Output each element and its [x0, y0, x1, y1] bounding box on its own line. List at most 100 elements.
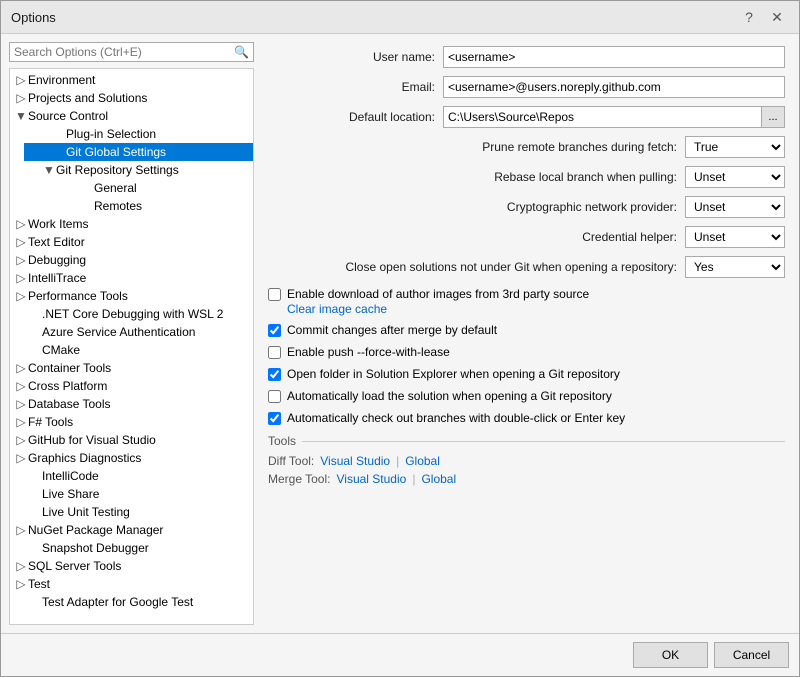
tree-item-test[interactable]: ▷ Test: [10, 575, 253, 593]
right-panel: User name: Email: Default location: ...: [262, 42, 791, 625]
tree-item-projects-solutions[interactable]: ▷ Projects and Solutions: [10, 89, 253, 107]
ok-button[interactable]: OK: [633, 642, 708, 668]
expand-icon: ▷: [14, 361, 28, 375]
crypto-label: Cryptographic network provider:: [268, 200, 685, 214]
cancel-button[interactable]: Cancel: [714, 642, 789, 668]
browse-button[interactable]: ...: [761, 106, 785, 128]
diff-tool-visual-studio-link[interactable]: Visual Studio: [320, 454, 390, 468]
diff-tool-global-link[interactable]: Global: [405, 454, 440, 468]
expand-icon: ▷: [14, 73, 28, 87]
tree-item-git-repository-settings[interactable]: ▼ Git Repository Settings: [24, 161, 253, 179]
tree-item-cmake[interactable]: CMake: [10, 341, 253, 359]
enable-download-row: Enable download of author images from 3r…: [268, 286, 785, 316]
prune-select[interactable]: True False: [685, 136, 785, 158]
expand-icon: ▼: [42, 163, 56, 177]
expand-icon: ▷: [14, 577, 28, 591]
email-input[interactable]: [443, 76, 785, 98]
left-panel: 🔍 ▷ Environment ▷ Projects and Solutions…: [9, 42, 254, 625]
tree-item-nuget[interactable]: ▷ NuGet Package Manager: [10, 521, 253, 539]
tree-item-source-control[interactable]: ▼ Source Control: [10, 107, 253, 125]
expand-icon: ▷: [14, 253, 28, 267]
tools-section: Diff Tool: Visual Studio | Global Merge …: [268, 454, 785, 486]
credential-select[interactable]: Unset True False: [685, 226, 785, 248]
tree-item-general[interactable]: General: [38, 179, 253, 197]
rebase-label: Rebase local branch when pulling:: [268, 170, 685, 184]
tree-item-remotes[interactable]: Remotes: [38, 197, 253, 215]
tree-item-plug-in-selection[interactable]: Plug-in Selection: [24, 125, 253, 143]
default-location-row: Default location: ...: [268, 106, 785, 128]
close-solutions-label: Close open solutions not under Git when …: [268, 260, 685, 274]
tree-item-github-vs[interactable]: ▷ GitHub for Visual Studio: [10, 431, 253, 449]
prune-row: Prune remote branches during fetch: True…: [268, 136, 785, 158]
tree-item-performance-tools[interactable]: ▷ Performance Tools: [10, 287, 253, 305]
auto-checkout-checkbox[interactable]: [268, 412, 281, 425]
credential-label: Credential helper:: [268, 230, 685, 244]
tree-item-environment[interactable]: ▷ Environment: [10, 71, 253, 89]
auto-load-checkbox[interactable]: [268, 390, 281, 403]
search-box[interactable]: 🔍: [9, 42, 254, 62]
close-button[interactable]: ✕: [765, 7, 789, 27]
tree-item-intellitrace[interactable]: ▷ IntelliTrace: [10, 269, 253, 287]
checkboxes-section: Enable download of author images from 3r…: [268, 286, 785, 426]
credential-row: Credential helper: Unset True False: [268, 226, 785, 248]
expand-icon: ▷: [14, 289, 28, 303]
divider-line: [302, 441, 785, 442]
username-input[interactable]: [443, 46, 785, 68]
close-solutions-select[interactable]: Yes No: [685, 256, 785, 278]
merge-tool-visual-studio-link[interactable]: Visual Studio: [336, 472, 406, 486]
auto-checkout-row: Automatically check out branches with do…: [268, 410, 785, 426]
expand-icon: ▷: [14, 523, 28, 537]
tree-item-live-share[interactable]: Live Share: [10, 485, 253, 503]
settings-scroll-area: User name: Email: Default location: ...: [268, 46, 785, 621]
tree-item-live-unit-testing[interactable]: Live Unit Testing: [10, 503, 253, 521]
tree-item-net-core-debugging[interactable]: .NET Core Debugging with WSL 2: [10, 305, 253, 323]
tree-item-azure-service-auth[interactable]: Azure Service Authentication: [10, 323, 253, 341]
tree-item-fsharp-tools[interactable]: ▷ F# Tools: [10, 413, 253, 431]
dialog-body: 🔍 ▷ Environment ▷ Projects and Solutions…: [1, 34, 799, 633]
crypto-select[interactable]: Unset True False: [685, 196, 785, 218]
bottom-bar: OK Cancel: [1, 633, 799, 676]
merge-tool-global-link[interactable]: Global: [421, 472, 456, 486]
rebase-select[interactable]: Unset True False: [685, 166, 785, 188]
tree-item-debugging[interactable]: ▷ Debugging: [10, 251, 253, 269]
tree-item-cross-platform[interactable]: ▷ Cross Platform: [10, 377, 253, 395]
tree-item-sql-server-tools[interactable]: ▷ SQL Server Tools: [10, 557, 253, 575]
tree-item-container-tools[interactable]: ▷ Container Tools: [10, 359, 253, 377]
open-folder-label[interactable]: Open folder in Solution Explorer when op…: [268, 366, 785, 382]
tree-item-graphics-diagnostics[interactable]: ▷ Graphics Diagnostics: [10, 449, 253, 467]
tree-item-work-items[interactable]: ▷ Work Items: [10, 215, 253, 233]
search-input[interactable]: [14, 45, 234, 59]
enable-download-checkbox[interactable]: [268, 288, 281, 301]
help-button[interactable]: ?: [737, 7, 761, 27]
tree-item-test-adapter-google[interactable]: Test Adapter for Google Test: [10, 593, 253, 611]
expand-icon: ▷: [14, 451, 28, 465]
default-location-label: Default location:: [268, 110, 443, 124]
expand-icon: ▷: [14, 379, 28, 393]
default-location-input[interactable]: [443, 106, 761, 128]
commit-changes-checkbox[interactable]: [268, 324, 281, 337]
open-folder-row: Open folder in Solution Explorer when op…: [268, 366, 785, 382]
tree-item-git-global-settings[interactable]: Git Global Settings: [24, 143, 253, 161]
auto-checkout-label[interactable]: Automatically check out branches with do…: [268, 410, 785, 426]
tree-item-database-tools[interactable]: ▷ Database Tools: [10, 395, 253, 413]
expand-icon: ▷: [14, 271, 28, 285]
email-row: Email:: [268, 76, 785, 98]
tree-item-intellicode[interactable]: IntelliCode: [10, 467, 253, 485]
auto-load-label[interactable]: Automatically load the solution when ope…: [268, 388, 785, 404]
tools-divider-row: Tools: [268, 434, 785, 448]
options-tree: ▷ Environment ▷ Projects and Solutions ▼…: [9, 68, 254, 625]
enable-push-row: Enable push --force-with-lease: [268, 344, 785, 360]
enable-push-label[interactable]: Enable push --force-with-lease: [268, 344, 785, 360]
tree-item-text-editor[interactable]: ▷ Text Editor: [10, 233, 253, 251]
enable-download-label[interactable]: Enable download of author images from 3r…: [268, 286, 785, 302]
title-bar-buttons: ? ✕: [737, 7, 789, 27]
commit-changes-label[interactable]: Commit changes after merge by default: [268, 322, 785, 338]
expand-icon: ▷: [14, 397, 28, 411]
rebase-row: Rebase local branch when pulling: Unset …: [268, 166, 785, 188]
enable-push-checkbox[interactable]: [268, 346, 281, 359]
open-folder-checkbox[interactable]: [268, 368, 281, 381]
search-icon: 🔍: [234, 45, 249, 59]
clear-cache-link[interactable]: Clear image cache: [287, 302, 387, 316]
merge-tool-row: Merge Tool: Visual Studio | Global: [268, 472, 785, 486]
tree-item-snapshot-debugger[interactable]: Snapshot Debugger: [10, 539, 253, 557]
